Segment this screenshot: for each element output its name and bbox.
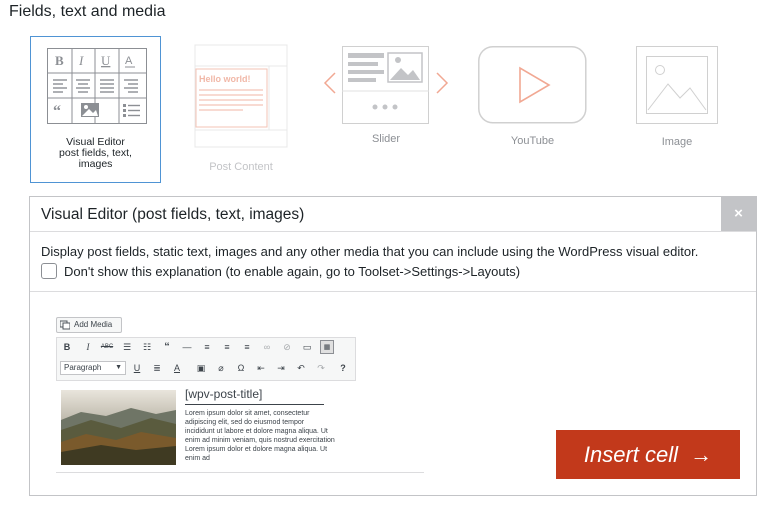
svg-text:“: “ [53,103,61,120]
svg-text:B: B [55,53,64,68]
svg-text:Hello world!: Hello world! [199,74,251,84]
outdent-icon: ⇤ [257,363,265,373]
read-more-icon: ▭ [302,342,312,352]
cell-image[interactable]: Image [636,40,718,160]
cell-slider[interactable]: Slider [322,40,450,160]
redo-icon: ↷ [317,363,325,373]
panel-header: Visual Editor (post fields, text, images… [30,197,756,232]
svg-text:A: A [125,55,133,67]
svg-text:I: I [78,53,84,68]
italic-icon: I [86,342,90,352]
text-color-icon: A [173,363,180,373]
post-content-icon: Hello world! [194,44,288,148]
slider-icon [323,46,449,124]
svg-text:U: U [101,53,111,68]
numbered-list-icon: ☷ [142,342,152,352]
section-title: Fields, text and media [9,3,166,20]
panel-divider [30,291,756,292]
clear-formatting-icon: ⌀ [218,363,224,373]
strikethrough-icon: ABC [100,344,114,350]
cell-visual-editor-label: Visual Editor post fields, text, images [59,136,132,170]
dont-show-label[interactable]: Don't show this explanation (to enable a… [64,264,520,279]
visual-editor-icon: B I U A “ [47,48,147,124]
explanation-panel: Visual Editor (post fields, text, images… [29,196,757,496]
align-left-icon: ≡ [204,342,210,352]
close-button[interactable]: × [721,197,756,231]
add-media-button: Add Media [56,317,122,333]
blockquote-icon: “ [164,341,170,353]
cell-slider-label: Slider [371,133,401,145]
special-character-icon: Ω [237,363,245,373]
landscape-photo [61,390,176,465]
close-icon: × [734,205,743,222]
insert-cell-button[interactable]: Insert cell → [556,430,740,479]
align-right-icon: ≡ [244,342,250,352]
align-center-icon: ≡ [224,342,230,352]
help-icon: ? [340,363,346,373]
youtube-icon [478,46,587,124]
image-icon [636,46,718,124]
panel-title: Visual Editor (post fields, text, images… [41,206,305,223]
cell-youtube-label: YouTube [510,135,555,147]
cell-visual-editor[interactable]: B I U A “ Visual Editor post fields, tex… [30,36,161,183]
paste-text-icon: ▣ [196,363,206,373]
format-select: Paragraph ▼ [60,361,126,375]
justify-icon: ≣ [153,363,161,373]
editor-body-text: Lorem ipsum dolor sit amet, consectetur … [185,410,335,462]
editor-content: [wpv-post-title] Lorem ipsum dolor sit a… [56,381,424,473]
dont-show-checkbox[interactable] [41,263,57,279]
add-media-icon [60,320,70,330]
link-icon: ∞ [263,342,271,352]
kitchen-sink-icon: ▦ [320,340,334,354]
bold-icon: B [63,342,71,352]
unlink-icon: ⊘ [283,342,291,352]
cell-image-label: Image [661,136,693,148]
indent-icon: ⇥ [277,363,285,373]
undo-icon: ↶ [297,363,305,373]
editor-toolbar: B I ABC ☰ ☷ “ — ≡ ≡ ≡ ∞ ⊘ ▭ ▦ Paragraph … [56,337,356,381]
cell-youtube[interactable]: YouTube [478,40,587,160]
arrow-right-icon: → [690,442,713,467]
editor-post-title: [wpv-post-title] [185,387,263,401]
cell-post-content-label: Post Content [209,161,273,173]
panel-description: Display post fields, static text, images… [41,244,699,259]
cell-post-content[interactable]: Hello world! Post Content [193,40,289,180]
bullet-list-icon: ☰ [122,342,132,352]
chevron-down-icon: ▼ [115,364,122,371]
editor-title-underline [185,404,324,405]
horizontal-rule-icon: — [182,342,192,352]
underline-icon: U [133,363,141,373]
